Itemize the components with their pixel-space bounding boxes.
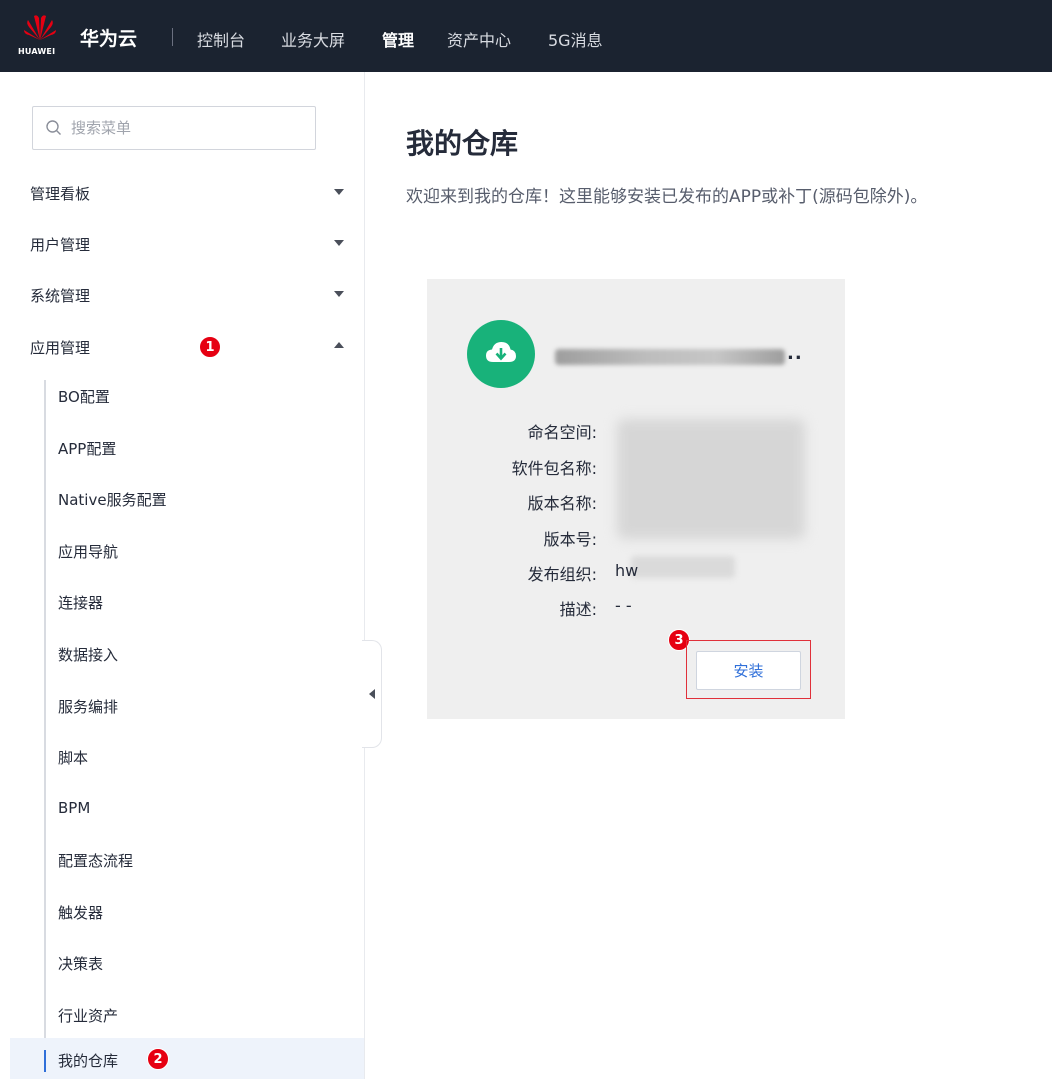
sidebar-item-bpm[interactable]: BPM: [0, 787, 365, 831]
huawei-logo[interactable]: HUAWEI: [18, 14, 66, 60]
field-value-description: - -: [615, 596, 632, 615]
brand-name[interactable]: 华为云: [80, 24, 137, 51]
search-icon: [46, 120, 61, 135]
field-label-package-name: 软件包名称:: [511, 459, 597, 478]
menu-group-label: 应用管理: [30, 339, 91, 357]
redacted-values: [617, 419, 805, 539]
app-name-ellipsis: ..: [787, 343, 803, 364]
sidebar-item-label: APP配置: [58, 440, 117, 458]
sidebar-item-bo-config[interactable]: BO配置: [0, 374, 365, 418]
cloud-download-icon: [467, 320, 535, 388]
field-label-version-name: 版本名称:: [527, 494, 597, 513]
sidebar-item-label: 触发器: [58, 904, 104, 922]
sidebar-item-script[interactable]: 脚本: [0, 735, 365, 779]
page-description: 欢迎来到我的仓库！这里能够安装已发布的APP或补丁(源码包除外)。: [406, 187, 928, 207]
app-name-redacted: [555, 349, 785, 365]
selection-indicator: [44, 1050, 46, 1072]
sidebar-item-native-service-config[interactable]: Native服务配置: [0, 477, 365, 521]
step-badge-2: 2: [147, 1048, 169, 1070]
sidebar-item-config-flow[interactable]: 配置态流程: [0, 838, 365, 882]
sidebar-item-label: 连接器: [58, 594, 104, 612]
top-navigation-bar: HUAWEI 华为云 控制台 业务大屏 管理 资产中心 5G消息: [0, 0, 1052, 72]
chevron-down-icon: [334, 240, 344, 246]
sidebar-item-label: Native服务配置: [58, 491, 167, 509]
sidebar-item-decision-table[interactable]: 决策表: [0, 941, 365, 985]
logo-text: HUAWEI: [18, 47, 56, 56]
sidebar-item-trigger[interactable]: 触发器: [0, 890, 365, 934]
sidebar-item-app-config[interactable]: APP配置: [0, 426, 365, 470]
sidebar-item-app-navigation[interactable]: 应用导航: [0, 529, 365, 573]
sidebar: 管理看板 用户管理 系统管理 应用管理 1 BO配置 APP配置 Native服…: [0, 72, 365, 1079]
search-input[interactable]: [71, 117, 301, 139]
field-value-organization: hw: [615, 561, 639, 580]
install-button[interactable]: 安装: [696, 651, 801, 690]
chevron-up-icon: [334, 342, 344, 348]
sidebar-item-label: 行业资产: [58, 1007, 119, 1025]
chevron-down-icon: [334, 189, 344, 195]
field-label-version-number: 版本号:: [543, 530, 597, 549]
chevron-down-icon: [334, 291, 344, 297]
sidebar-item-connector[interactable]: 连接器: [0, 580, 365, 624]
menu-group-label: 用户管理: [30, 236, 91, 254]
step-badge-1: 1: [199, 336, 221, 358]
sidebar-item-my-repository[interactable]: 我的仓库 2: [10, 1038, 364, 1079]
header-divider: [172, 28, 173, 46]
menu-group-dashboard[interactable]: 管理看板: [0, 173, 365, 213]
menu-group-label: 管理看板: [30, 185, 91, 203]
menu-search[interactable]: [32, 106, 316, 150]
nav-console[interactable]: 控制台: [197, 27, 245, 51]
sidebar-item-service-orchestration[interactable]: 服务编排: [0, 684, 365, 728]
menu-group-app-management[interactable]: 应用管理 1: [0, 327, 365, 367]
field-label-description: 描述:: [559, 600, 597, 619]
menu-group-user-management[interactable]: 用户管理: [0, 224, 365, 264]
sidebar-item-label: 脚本: [58, 749, 89, 767]
menu-group-system-management[interactable]: 系统管理: [0, 275, 365, 315]
sidebar-collapse-button[interactable]: [362, 640, 382, 748]
nav-asset-center[interactable]: 资产中心: [447, 27, 511, 51]
sidebar-item-industry-assets[interactable]: 行业资产: [0, 993, 365, 1037]
app-package-card: .. 命名空间: 软件包名称: 版本名称: 版本号: 发布组织: hw 描述: …: [427, 279, 845, 719]
field-label-organization: 发布组织:: [527, 565, 597, 584]
install-highlight: 安装: [686, 640, 811, 699]
nav-5g-message[interactable]: 5G消息: [548, 27, 603, 51]
sidebar-item-label: 决策表: [58, 955, 104, 973]
cloud-download-glyph: [486, 342, 516, 362]
sidebar-item-data-access[interactable]: 数据接入: [0, 632, 365, 676]
sidebar-item-label: BPM: [58, 799, 91, 817]
nav-business-screen[interactable]: 业务大屏: [281, 27, 345, 51]
chevron-left-icon: [369, 689, 375, 699]
sidebar-item-label: 服务编排: [58, 698, 119, 716]
sidebar-item-label: 配置态流程: [58, 852, 134, 870]
sidebar-item-label: BO配置: [58, 388, 110, 406]
sidebar-item-label: 我的仓库: [58, 1052, 119, 1070]
field-label-namespace: 命名空间:: [527, 423, 597, 442]
redacted-organization: [631, 556, 735, 578]
menu-group-label: 系统管理: [30, 287, 91, 305]
huawei-logo-icon: [24, 15, 56, 40]
nav-management[interactable]: 管理: [382, 27, 414, 51]
page-title: 我的仓库: [406, 127, 519, 160]
sidebar-item-label: 数据接入: [58, 646, 119, 664]
sidebar-item-label: 应用导航: [58, 543, 119, 561]
